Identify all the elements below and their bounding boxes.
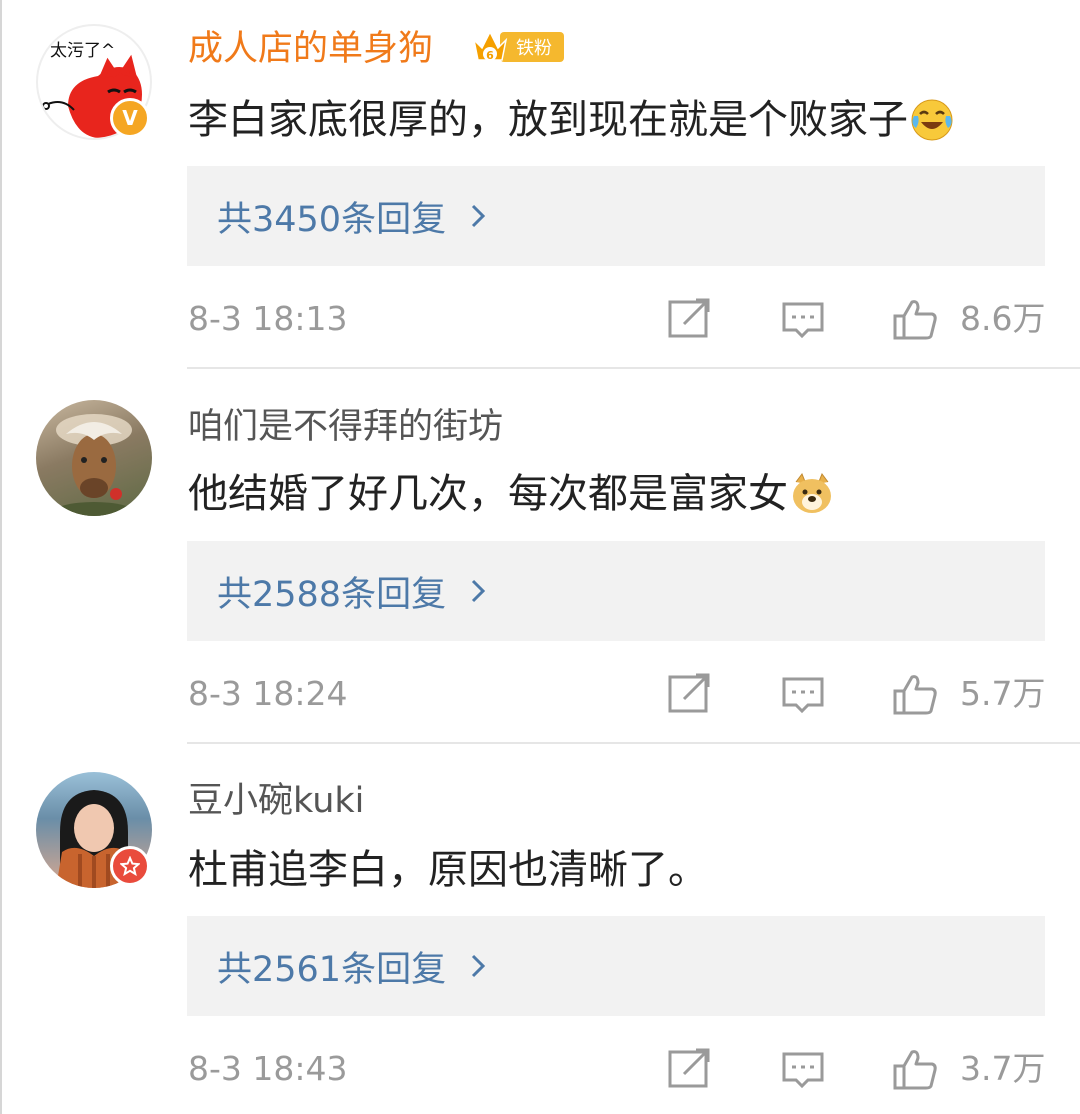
- reply-count-text: 共2561条回复: [217, 949, 447, 990]
- reply-count-text: 共2588条回复: [217, 574, 447, 615]
- comment-time: 8-3 18:24: [188, 674, 348, 713]
- comment-item: 太污了^ V 成人店的单身狗 6 铁粉 李白家底很厚的，放到现在就是个败家子 共…: [0, 0, 1080, 374]
- comment-icon[interactable]: [780, 1046, 826, 1092]
- avatar-image: [54, 414, 134, 516]
- share-icon[interactable]: [666, 1046, 712, 1092]
- comment-icon[interactable]: [780, 296, 826, 342]
- like-count: 8.6万: [960, 299, 1046, 338]
- username[interactable]: 豆小碗kuki: [188, 776, 364, 826]
- chevron-right-icon: [472, 204, 486, 228]
- username[interactable]: 咱们是不得拜的街坊: [188, 402, 503, 452]
- doge-emoji-icon: [793, 472, 831, 513]
- comment-time: 8-3 18:13: [188, 299, 348, 338]
- view-replies-button[interactable]: 共2588条回复: [187, 541, 1045, 641]
- like-count: 3.7万: [960, 1049, 1046, 1088]
- verified-badge-icon: V: [110, 98, 150, 138]
- divider: [187, 367, 1080, 369]
- like-count: 5.7万: [960, 674, 1046, 713]
- comment-item: 咱们是不得拜的街坊 他结婚了好几次，每次都是富家女 共2588条回复 8-3 1…: [0, 374, 1080, 748]
- view-replies-button[interactable]: 共2561条回复: [187, 916, 1045, 1016]
- star-icon: [120, 856, 140, 876]
- comment-text-content: 他结婚了好几次，每次都是富家女: [188, 471, 788, 517]
- chevron-right-icon: [472, 579, 486, 603]
- username[interactable]: 成人店的单身狗: [188, 24, 433, 74]
- like-icon[interactable]: [892, 671, 938, 717]
- comment-time: 8-3 18:43: [188, 1049, 348, 1088]
- comment-item: 豆小碗kuki 杜甫追李白，原因也清晰了。 共2561条回复 8-3 18:43…: [0, 750, 1080, 1114]
- share-icon[interactable]: [666, 671, 712, 717]
- fan-badge-icon: 6 铁粉: [472, 30, 564, 62]
- view-replies-button[interactable]: 共3450条回复: [187, 166, 1045, 266]
- comment-text: 李白家底很厚的，放到现在就是个败家子: [188, 92, 954, 148]
- comment-text: 杜甫追李白，原因也清晰了。: [188, 842, 708, 898]
- comment-text: 他结婚了好几次，每次都是富家女: [188, 466, 834, 522]
- like-icon[interactable]: [892, 296, 938, 342]
- comment-text-content: 杜甫追李白，原因也清晰了。: [188, 847, 708, 893]
- comment-text-content: 李白家底很厚的，放到现在就是个败家子: [188, 97, 908, 143]
- verified-badge-icon: [110, 846, 150, 886]
- reply-count-text: 共3450条回复: [217, 199, 447, 240]
- share-icon[interactable]: [666, 296, 712, 342]
- avatar[interactable]: [36, 400, 152, 516]
- laugh-cry-emoji-icon: [911, 99, 953, 141]
- svg-text:6: 6: [486, 49, 494, 62]
- divider: [187, 742, 1080, 744]
- like-icon[interactable]: [892, 1046, 938, 1092]
- avatar-text: 太污了^: [50, 41, 115, 61]
- comment-icon[interactable]: [780, 671, 826, 717]
- chevron-right-icon: [472, 954, 486, 978]
- svg-text:铁粉: 铁粉: [516, 38, 552, 59]
